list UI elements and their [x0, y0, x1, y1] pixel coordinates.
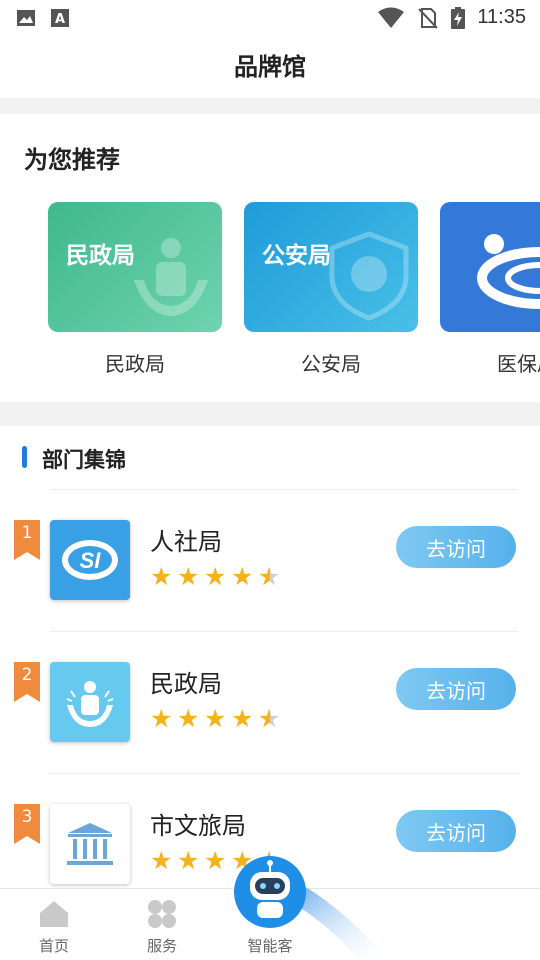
star-icon: ★: [204, 704, 227, 733]
recommend-caption-civil[interactable]: 民政局: [48, 348, 222, 377]
star-icon: ★: [177, 846, 200, 875]
page-title: 品牌馆: [234, 53, 306, 81]
header: 品牌馆: [0, 36, 540, 98]
star-icon: ★: [150, 562, 173, 591]
recommend-heading: 为您推荐: [24, 146, 120, 174]
star-icon: ★: [231, 704, 254, 733]
department-name[interactable]: 人社局: [150, 522, 222, 557]
star-icon: ★: [231, 562, 254, 591]
grid-icon: [148, 900, 176, 928]
status-bar: A 11:35: [0, 0, 540, 36]
tile-label: 民政局: [66, 243, 135, 269]
recommend-tile-medical[interactable]: [440, 202, 540, 332]
department-name[interactable]: 市文旅局: [150, 806, 246, 841]
tab-service[interactable]: 服务: [108, 889, 216, 960]
star-icon: ★: [177, 562, 200, 591]
recommend-caption-police[interactable]: 公安局: [244, 348, 418, 377]
half-star-icon: ★★: [258, 704, 281, 733]
museum-icon[interactable]: [50, 804, 130, 884]
no-sim-icon: [418, 7, 439, 29]
star-icon: ★: [150, 704, 173, 733]
visit-button[interactable]: 去访问: [396, 668, 516, 710]
recommend-tile-police[interactable]: 公安局: [244, 202, 418, 332]
battery-charging-icon: [451, 6, 466, 29]
font-icon: A: [51, 9, 69, 27]
star-icon: ★: [150, 846, 173, 875]
home-icon: [40, 901, 68, 927]
department-section: 部门集锦 1 SI 人社局 ★ ★ ★ ★ ★ ★ 去访问 2 民政局 ★ ★ …: [0, 426, 540, 896]
civil-affairs-icon: [134, 238, 208, 316]
tab-home[interactable]: 首页: [0, 889, 108, 960]
recommend-caption-medical[interactable]: 医保局: [440, 348, 540, 377]
image-icon: [17, 10, 35, 26]
department-row: 2 民政局 ★ ★ ★ ★ ★ ★ 去访问: [0, 642, 540, 784]
star-icon: ★: [177, 704, 200, 733]
police-badge-icon: [329, 231, 409, 321]
recommend-section: 为您推荐 民政局 民政局 公安局 公安局 医保局: [0, 114, 540, 402]
visit-button[interactable]: 去访问: [396, 810, 516, 852]
department-name[interactable]: 民政局: [150, 664, 222, 699]
department-heading: 部门集锦: [42, 448, 126, 472]
tab-label: 服务: [146, 937, 177, 955]
recommend-tile-civil[interactable]: 民政局: [48, 202, 222, 332]
svg-text:A: A: [55, 12, 65, 27]
department-row: 1 SI 人社局 ★ ★ ★ ★ ★ ★ 去访问: [0, 500, 540, 642]
rating-stars: ★ ★ ★ ★ ★★: [150, 564, 282, 589]
rank-badge: 3: [14, 804, 40, 844]
tile-label: 公安局: [262, 243, 331, 269]
medical-insurance-icon: [477, 234, 540, 309]
rank-badge: 1: [14, 520, 40, 560]
rating-stars: ★ ★ ★ ★ ★★: [150, 706, 282, 731]
robot-icon[interactable]: [232, 854, 308, 930]
divider: [50, 631, 518, 632]
visit-button[interactable]: 去访问: [396, 526, 516, 568]
star-icon: ★: [204, 846, 227, 875]
section-marker: [22, 446, 27, 468]
tab-label: 首页: [38, 937, 69, 955]
svg-text:SI: SI: [80, 548, 102, 573]
rank-badge: 2: [14, 662, 40, 702]
star-icon: ★: [204, 562, 227, 591]
divider: [50, 489, 518, 490]
wifi-icon: [378, 7, 405, 28]
si-icon[interactable]: SI: [50, 520, 130, 600]
clock: 11:35: [477, 6, 526, 28]
divider: [50, 773, 518, 774]
half-star-icon: ★★: [258, 562, 281, 591]
civil-affairs-icon[interactable]: [50, 662, 130, 742]
